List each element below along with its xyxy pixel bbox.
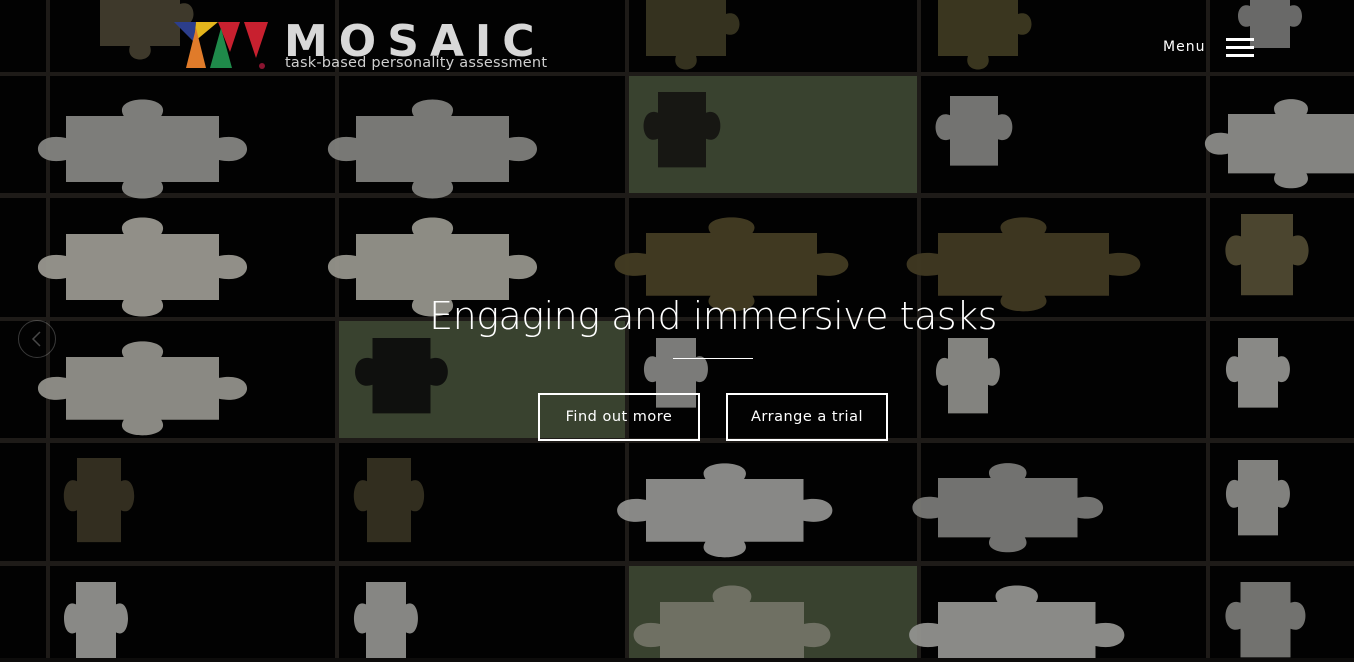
brand-logo[interactable]: MOSAIC task-based personality assessment [174,16,564,74]
menu-label: Menu [1163,39,1206,55]
hero-headline: Engaging and immersive tasks [429,294,997,338]
menu-button[interactable]: Menu [1163,35,1255,59]
mosaic-logo-mark [174,22,268,69]
find-out-more-button[interactable]: Find out more [538,393,700,441]
headline-divider [673,358,753,359]
hamburger-icon[interactable] [1226,37,1255,57]
arrange-trial-button[interactable]: Arrange a trial [726,393,888,441]
brand-tagline: task-based personality assessment [285,55,548,71]
